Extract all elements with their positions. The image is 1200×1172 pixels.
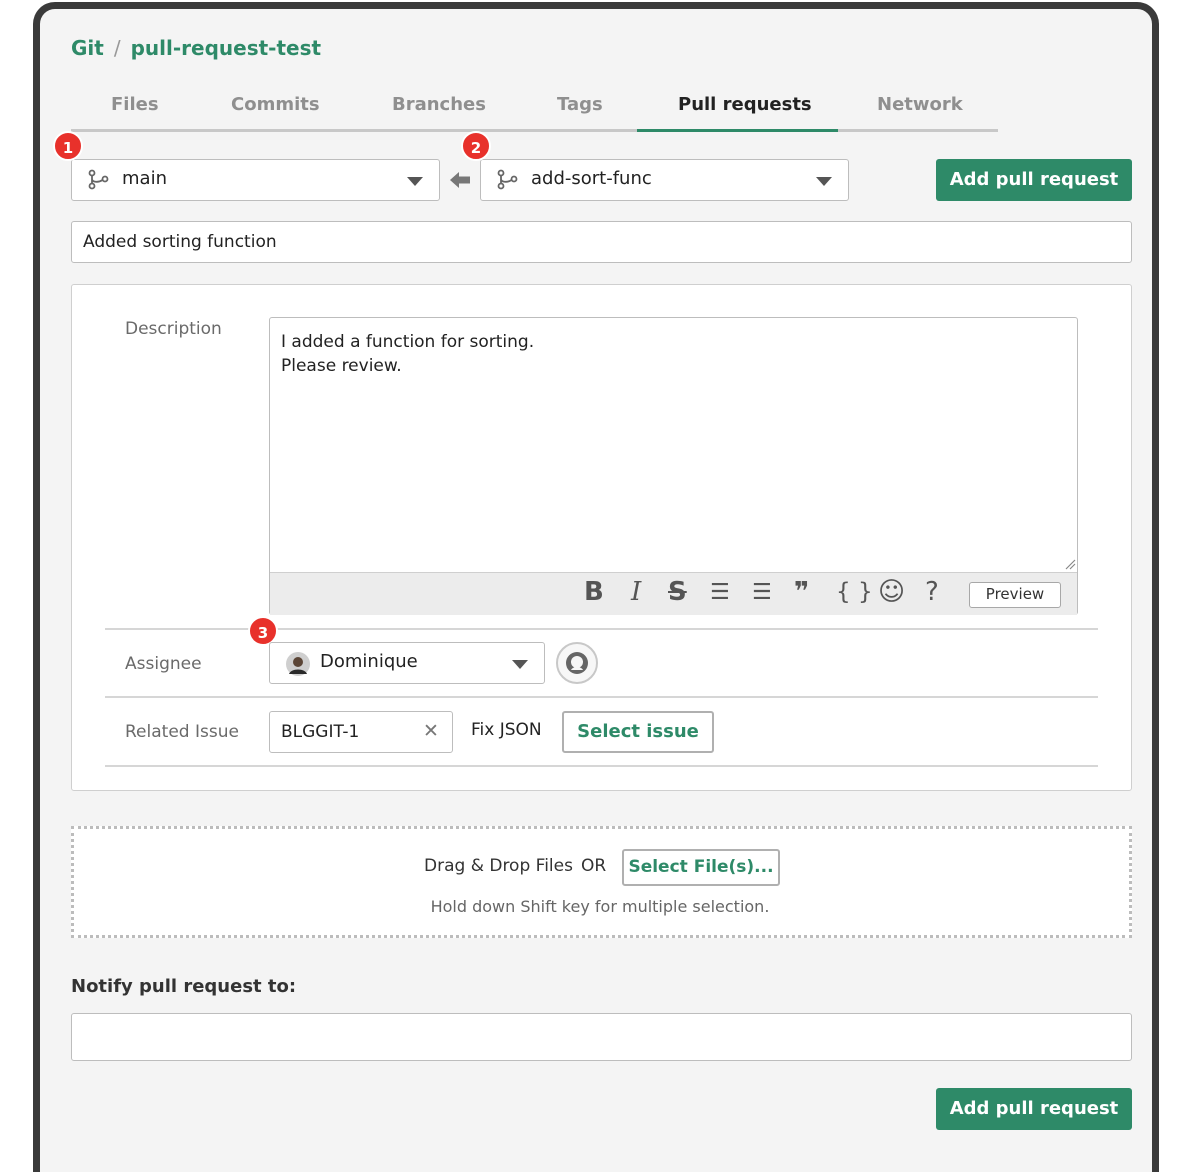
related-issue-value: BLGGIT-1 bbox=[281, 722, 360, 742]
tab-branches[interactable]: Branches bbox=[392, 94, 486, 115]
divider bbox=[105, 765, 1098, 767]
description-label: Description bbox=[125, 319, 222, 339]
target-branch-select[interactable]: main bbox=[71, 159, 440, 201]
user-icon bbox=[566, 652, 588, 674]
target-branch-value: main bbox=[122, 168, 167, 189]
add-pull-request-button-bottom[interactable]: Add pull request bbox=[936, 1088, 1132, 1130]
branch-icon bbox=[88, 169, 109, 190]
title-input-value: Added sorting function bbox=[83, 232, 277, 252]
tab-network[interactable]: Network bbox=[877, 94, 963, 115]
breadcrumb: Git / pull-request-test bbox=[71, 36, 321, 60]
related-issue-label: Related Issue bbox=[125, 722, 239, 742]
bulleted-list-icon[interactable]: ☰ bbox=[710, 580, 730, 605]
breadcrumb-git-link[interactable]: Git bbox=[71, 36, 104, 60]
chevron-down-icon bbox=[816, 177, 832, 186]
breadcrumb-repo-link[interactable]: pull-request-test bbox=[131, 36, 321, 60]
title-input[interactable]: Added sorting function bbox=[71, 221, 1132, 263]
breadcrumb-separator: / bbox=[113, 36, 121, 60]
preview-button[interactable]: Preview bbox=[969, 582, 1061, 608]
arrow-left-icon bbox=[450, 172, 470, 188]
multi-select-hint: Hold down Shift key for multiple selecti… bbox=[430, 897, 770, 916]
resize-handle-icon[interactable] bbox=[1064, 558, 1076, 570]
step-badge-2: 2 bbox=[461, 131, 491, 161]
notify-input[interactable] bbox=[71, 1013, 1132, 1061]
tab-tags[interactable]: Tags bbox=[557, 94, 603, 115]
source-branch-select[interactable]: add-sort-func bbox=[480, 159, 849, 201]
select-files-button[interactable]: Select File(s)... bbox=[622, 849, 780, 886]
help-icon[interactable]: ? bbox=[925, 577, 939, 607]
clear-icon[interactable]: ✕ bbox=[423, 720, 439, 742]
tab-commits[interactable]: Commits bbox=[231, 94, 320, 115]
tab-pull-requests[interactable]: Pull requests bbox=[678, 94, 812, 115]
assignee-label: Assignee bbox=[125, 654, 202, 674]
divider bbox=[105, 696, 1098, 698]
markdown-toolbar: B I S ☰ ☰ ❞ { } ☺ ? Preview bbox=[270, 572, 1077, 615]
assignee-value: Dominique bbox=[320, 651, 418, 672]
numbered-list-icon[interactable]: ☰ bbox=[752, 580, 772, 605]
related-issue-title: Fix JSON bbox=[471, 720, 542, 740]
select-issue-button[interactable]: Select issue bbox=[562, 711, 714, 753]
bold-icon[interactable]: B bbox=[584, 577, 604, 607]
emoji-icon[interactable]: ☺ bbox=[878, 577, 905, 607]
chevron-down-icon bbox=[512, 660, 528, 669]
file-dropzone[interactable] bbox=[71, 826, 1132, 938]
related-issue-input[interactable]: BLGGIT-1 ✕ bbox=[269, 711, 453, 753]
assign-to-me-button[interactable] bbox=[556, 642, 598, 684]
active-tab-indicator bbox=[637, 129, 838, 132]
step-badge-1: 1 bbox=[53, 131, 83, 161]
assignee-select[interactable]: Dominique bbox=[269, 642, 545, 684]
avatar bbox=[286, 652, 310, 676]
description-textarea[interactable]: I added a function for sorting. Please r… bbox=[281, 330, 534, 378]
chevron-down-icon bbox=[407, 177, 423, 186]
or-text: OR bbox=[581, 856, 607, 876]
notify-label: Notify pull request to: bbox=[71, 976, 297, 997]
branch-icon bbox=[497, 169, 518, 190]
description-line: Please review. bbox=[281, 356, 402, 376]
drag-drop-text: Drag & Drop Files bbox=[424, 856, 573, 876]
quote-icon[interactable]: ❞ bbox=[794, 577, 809, 607]
code-icon[interactable]: { } bbox=[836, 579, 873, 605]
source-branch-value: add-sort-func bbox=[531, 168, 652, 189]
strikethrough-icon[interactable]: S bbox=[668, 577, 687, 607]
description-line: I added a function for sorting. bbox=[281, 332, 535, 352]
add-pull-request-button-top[interactable]: Add pull request bbox=[936, 159, 1132, 201]
tab-files[interactable]: Files bbox=[111, 94, 159, 115]
tab-bar: Files Commits Branches Tags Pull request… bbox=[71, 88, 998, 132]
italic-icon[interactable]: I bbox=[631, 577, 641, 607]
